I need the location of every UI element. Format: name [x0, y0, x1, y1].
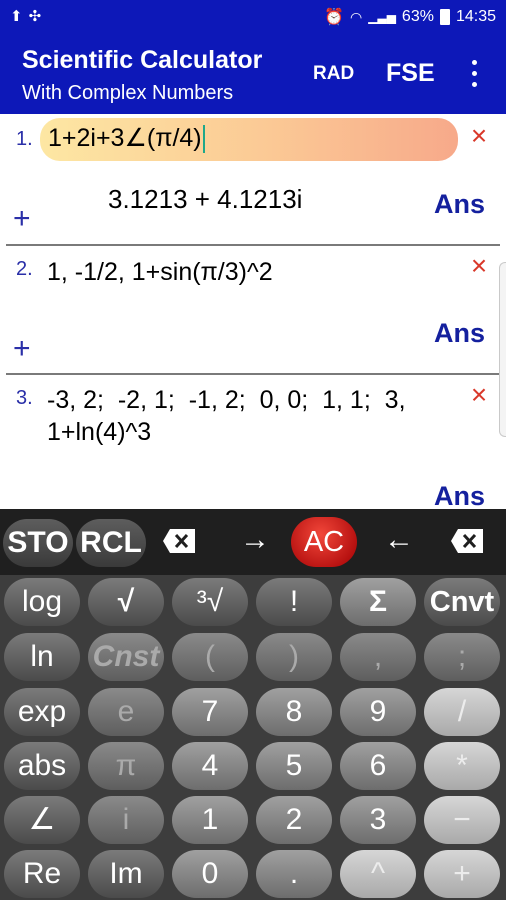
keypad-toolbar: STO RCL → AC ←	[0, 509, 506, 575]
text-cursor	[202, 125, 205, 154]
key-sum[interactable]: Σ	[340, 578, 416, 626]
key-8[interactable]: 8	[256, 688, 332, 736]
status-left-icons: ⬆✣	[10, 7, 47, 25]
key-open-paren[interactable]: (	[172, 633, 248, 681]
angle-mode-button[interactable]: RAD	[313, 63, 354, 85]
status-bar: ⬆✣ ⏰ ◠ ▁▃▅ 63% 14:35	[0, 0, 506, 34]
expression-text[interactable]: 1, -1/2, 1+sin(π/3)^2	[47, 256, 273, 288]
app-subtitle: With Complex Numbers	[22, 82, 234, 104]
key-multiply[interactable]: *	[424, 742, 500, 790]
battery-icon	[439, 9, 450, 25]
entry-number: 3.	[16, 387, 33, 409]
app-bar: Scientific Calculator With Complex Numbe…	[0, 34, 506, 114]
key-pi[interactable]: π	[88, 742, 164, 790]
overflow-menu-icon[interactable]	[469, 60, 479, 90]
history-entry-2: 2. 1, -1/2, 1+sin(π/3)^2 × Ans +	[0, 248, 506, 374]
scrollbar[interactable]	[499, 262, 506, 437]
key-5[interactable]: 5	[256, 742, 332, 790]
wifi-icon: ◠	[350, 8, 363, 25]
expression-line-2: 1+ln(4)^3	[47, 418, 152, 446]
entry-result: 3.1213 + 4.1213i	[108, 184, 303, 214]
keypad: STO RCL → AC ← log √ ³√ ! Σ Cnvt ln Cnst…	[0, 509, 506, 900]
key-1[interactable]: 1	[172, 796, 248, 844]
wifi-transfer-icon: ✣	[28, 8, 48, 25]
close-icon[interactable]: ×	[467, 381, 491, 409]
key-semicolon[interactable]: ;	[424, 633, 500, 681]
close-icon[interactable]: ×	[467, 122, 491, 150]
key-log[interactable]: log	[4, 578, 80, 626]
active-expression-input[interactable]: 1+2i+3∠(π/4)	[40, 118, 458, 161]
key-im[interactable]: Im	[88, 850, 164, 898]
key-abs[interactable]: abs	[4, 742, 80, 790]
clock: 14:35	[455, 8, 496, 25]
plus-button[interactable]: +	[13, 202, 31, 236]
cursor-right-button[interactable]: →	[240, 523, 270, 557]
key-angle[interactable]: ∠	[4, 796, 80, 844]
entry-number: 2.	[16, 258, 33, 280]
history-entry-1: 1. 1+2i+3∠(π/4) × 3.1213 + 4.1213i Ans +	[0, 118, 506, 246]
cursor-left-button[interactable]: ←	[384, 523, 414, 557]
key-3[interactable]: 3	[340, 796, 416, 844]
app-title: Scientific Calculator	[22, 46, 263, 74]
entry-divider	[6, 373, 500, 375]
key-decimal[interactable]: .	[256, 850, 332, 898]
alarm-icon: ⏰	[324, 9, 345, 26]
key-power[interactable]: ^	[340, 850, 416, 898]
key-4[interactable]: 4	[172, 742, 248, 790]
key-divide[interactable]: /	[424, 688, 500, 736]
key-close-paren[interactable]: )	[256, 633, 332, 681]
key-subtract[interactable]: −	[424, 796, 500, 844]
key-2[interactable]: 2	[256, 796, 332, 844]
sto-button[interactable]: STO	[3, 519, 73, 567]
ans-button[interactable]: Ans	[434, 318, 485, 349]
key-comma[interactable]: ,	[340, 633, 416, 681]
entry-divider	[6, 244, 500, 246]
key-ln[interactable]: ln	[4, 633, 80, 681]
key-re[interactable]: Re	[4, 850, 80, 898]
expression-text: 1+2i+3∠(π/4)	[48, 124, 202, 152]
key-0[interactable]: 0	[172, 850, 248, 898]
key-convert[interactable]: Cnvt	[424, 578, 500, 626]
battery-percent: 63%	[401, 8, 434, 25]
status-right: ⏰ ◠ ▁▃▅ 63% 14:35	[324, 7, 496, 27]
key-constants[interactable]: Cnst	[88, 633, 164, 681]
expression-text[interactable]: -3, 2; -2, 1; -1, 2; 0, 0; 1, 1; 3, 1+ln…	[47, 384, 406, 448]
history-entry-3: 3. -3, 2; -2, 1; -1, 2; 0, 0; 1, 1; 3, 1…	[0, 377, 506, 510]
close-icon[interactable]: ×	[467, 252, 491, 280]
backspace-icon[interactable]	[450, 528, 484, 554]
key-6[interactable]: 6	[340, 742, 416, 790]
upload-icon: ⬆	[10, 8, 29, 25]
key-exp[interactable]: exp	[4, 688, 80, 736]
key-e[interactable]: e	[88, 688, 164, 736]
key-7[interactable]: 7	[172, 688, 248, 736]
calculator-app: ⬆✣ ⏰ ◠ ▁▃▅ 63% 14:35 Scientific Calculat…	[0, 0, 506, 900]
format-mode-button[interactable]: FSE	[386, 59, 435, 88]
key-factorial[interactable]: !	[256, 578, 332, 626]
signal-icon: ▁▃▅	[368, 10, 396, 24]
key-add[interactable]: +	[424, 850, 500, 898]
entry-number: 1.	[16, 128, 33, 150]
ans-button[interactable]: Ans	[434, 481, 485, 509]
x-box-icon[interactable]	[162, 528, 196, 554]
plus-button[interactable]: +	[13, 332, 31, 366]
ac-button[interactable]: AC	[291, 517, 357, 567]
key-cbrt[interactable]: ³√	[172, 578, 248, 626]
key-sqrt[interactable]: √	[88, 578, 164, 626]
key-9[interactable]: 9	[340, 688, 416, 736]
ans-button[interactable]: Ans	[434, 189, 485, 220]
expression-line-1: -3, 2; -2, 1; -1, 2; 0, 0; 1, 1; 3,	[47, 386, 406, 414]
key-i[interactable]: i	[88, 796, 164, 844]
rcl-button[interactable]: RCL	[76, 519, 146, 567]
